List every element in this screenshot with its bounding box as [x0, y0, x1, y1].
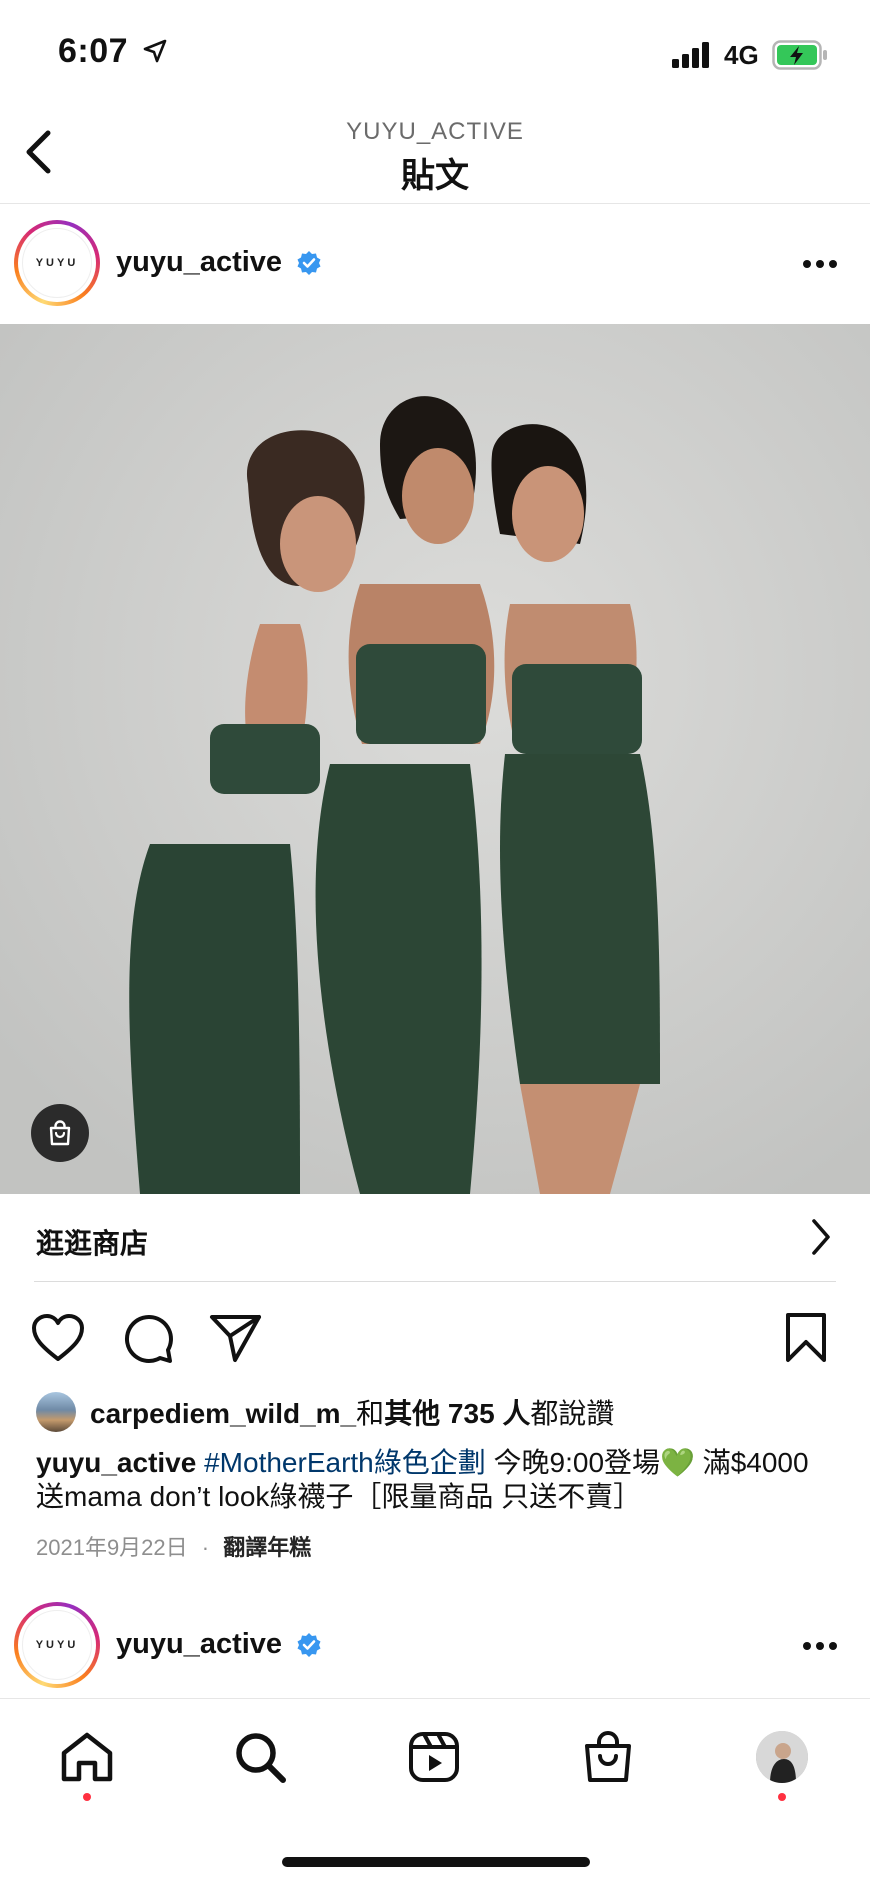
view-shop-label: 逛逛商店: [36, 1228, 149, 1259]
likes-text: carpediem_wild_m_和其他 735 人都說讚: [90, 1392, 614, 1432]
verified-badge-icon: [296, 1632, 322, 1663]
caption-text-1: 今晚9:00登場: [485, 1447, 661, 1478]
view-shop-row[interactable]: 逛逛商店: [34, 1194, 836, 1282]
liker-avatar: [36, 1392, 76, 1432]
shopping-tag-button[interactable]: [31, 1104, 89, 1162]
post-username[interactable]: yuyu_active: [116, 1628, 282, 1661]
nav-header: YUYU_ACTIVE 貼文: [0, 100, 870, 204]
likes-suffix: 都說讚: [530, 1398, 615, 1429]
heart-icon: [32, 1314, 84, 1361]
home-notification-dot: [83, 1793, 91, 1801]
search-icon: [236, 1733, 286, 1783]
post-caption: yuyu_active #MotherEarth綠色企劃 今晚9:00登場💚 滿…: [36, 1446, 836, 1514]
post-photo[interactable]: [0, 324, 870, 1194]
post-header: YUYU yuyu_active: [0, 1586, 870, 1704]
meta-separator: ·: [201, 1535, 210, 1560]
cellular-signal-icon: [672, 42, 712, 73]
post-date: 2021年9月22日: [36, 1535, 188, 1560]
post-username[interactable]: yuyu_active: [116, 246, 282, 279]
likes-others[interactable]: 其他 735 人: [384, 1398, 530, 1429]
post-header: YUYU yuyu_active: [0, 204, 870, 322]
share-button[interactable]: [208, 1310, 264, 1366]
page-title: 貼文: [401, 157, 469, 195]
shop-icon: [585, 1731, 631, 1782]
profile-notification-dot: [778, 1793, 786, 1801]
more-options-button[interactable]: [800, 254, 840, 274]
avatar-logo: YUYU: [22, 1610, 92, 1680]
status-time: 6:07: [58, 32, 129, 70]
comment-icon: [124, 1314, 173, 1363]
tab-shop[interactable]: [578, 1727, 638, 1787]
network-type: 4G: [724, 40, 759, 70]
profile-avatar: [756, 1731, 808, 1783]
send-icon: [210, 1315, 261, 1362]
post-photo-illustration: [0, 324, 870, 1194]
avatar[interactable]: YUYU: [14, 220, 100, 306]
battery-charging-icon: [772, 40, 828, 75]
more-horizontal-icon: [803, 260, 837, 268]
liker-username[interactable]: carpediem_wild_m_: [90, 1398, 356, 1429]
tab-profile[interactable]: [756, 1731, 808, 1783]
shopping-bag-icon: [49, 1120, 71, 1146]
tab-reels[interactable]: [404, 1727, 464, 1787]
home-indicator[interactable]: [282, 1857, 590, 1867]
bookmark-icon: [786, 1313, 826, 1362]
post-actions: [0, 1300, 870, 1370]
chevron-right-icon: [810, 1218, 832, 1261]
tab-search[interactable]: [230, 1727, 290, 1787]
caption-username[interactable]: yuyu_active: [36, 1447, 196, 1478]
more-horizontal-icon: [803, 1642, 837, 1650]
account-name: YUYU_ACTIVE: [346, 118, 524, 145]
post-meta: 2021年9月22日 · 翻譯年糕: [36, 1530, 311, 1562]
location-arrow-icon: [142, 38, 168, 69]
likes-prefix: 和: [356, 1398, 385, 1429]
tab-bar: [0, 1698, 870, 1883]
tab-home[interactable]: [57, 1727, 117, 1787]
green-heart-emoji: 💚: [660, 1447, 695, 1478]
verified-badge-icon: [296, 250, 322, 281]
like-button[interactable]: [30, 1310, 86, 1366]
avatar-logo: YUYU: [22, 228, 92, 298]
avatar[interactable]: YUYU: [14, 1602, 100, 1688]
translate-link[interactable]: 翻譯年糕: [223, 1535, 311, 1560]
home-icon: [61, 1732, 113, 1782]
comment-button[interactable]: [120, 1310, 176, 1366]
more-options-button[interactable]: [800, 1636, 840, 1656]
reels-icon: [409, 1732, 459, 1782]
status-bar: 6:07 4G: [0, 0, 870, 100]
likes-summary[interactable]: carpediem_wild_m_和其他 735 人都說讚: [36, 1390, 614, 1434]
save-button[interactable]: [778, 1310, 834, 1366]
caption-hashtag[interactable]: #MotherEarth綠色企劃: [204, 1447, 486, 1478]
